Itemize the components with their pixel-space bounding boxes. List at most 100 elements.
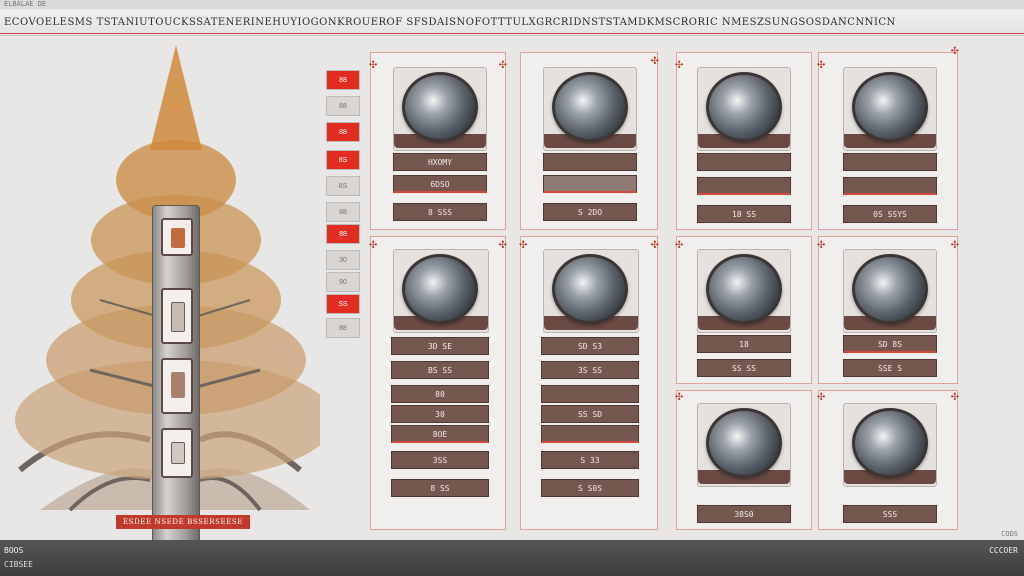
card-row: S 33 (541, 451, 639, 469)
card-row: 8 SSS (393, 203, 487, 221)
card[interactable]: ✣ ✣ SD 8S SSE S (817, 236, 959, 384)
orb-image (402, 254, 478, 324)
card-row: SSE S (843, 359, 937, 377)
side-index-item[interactable]: 8S (326, 150, 360, 170)
orb-frame (543, 67, 637, 151)
card-row: SSS (843, 505, 937, 523)
ornament-icon: ✣ (519, 240, 528, 251)
card-row: 30 (391, 405, 489, 423)
ornament-icon: ✣ (675, 60, 684, 71)
card-row: 6DSO (393, 175, 487, 193)
status-label: CODS (1001, 530, 1018, 538)
card[interactable]: ✣ ✣ 0S SSYS (817, 47, 959, 230)
side-index-item[interactable]: SS (326, 294, 360, 314)
ornament-icon: ✣ (817, 60, 826, 71)
ornament-icon: ✣ (675, 240, 684, 251)
card[interactable]: ✣ S 2DO (520, 52, 659, 230)
card-row: 3D SE (391, 337, 489, 355)
card-row (541, 425, 639, 443)
card-row: 3SS (391, 451, 489, 469)
tower-panel (161, 218, 193, 256)
orb-frame (543, 249, 639, 333)
orb-frame (697, 403, 791, 487)
side-index-item[interactable]: 88 (326, 96, 360, 116)
orb-frame (843, 403, 937, 487)
orb-image (852, 408, 928, 478)
card[interactable]: ✣ ✣ HXOMY 6DSO 8 SSS (369, 52, 507, 230)
card-row: 8OE (391, 425, 489, 443)
bottom-right-text: CCCOER (989, 546, 1018, 555)
side-index-item[interactable]: 88 (326, 122, 360, 142)
card-row: SD S3 (541, 337, 639, 355)
card-row (543, 153, 637, 171)
card-row: 0S SSYS (843, 205, 937, 223)
top-strip: ELBALAE DE (0, 0, 1024, 9)
tower-panel (161, 358, 193, 414)
card-row: 18 (697, 335, 791, 353)
bottom-left-subtext: CIBSEE (4, 560, 33, 569)
ornament-icon: ✣ (950, 240, 959, 251)
card-row: SS SD (541, 405, 639, 423)
orb-frame (697, 249, 791, 333)
orb-image (552, 254, 628, 324)
card-row: SS SS (697, 359, 791, 377)
side-index-item[interactable]: 88 (326, 224, 360, 244)
card-row: 18 SS (697, 205, 791, 223)
orb-image (706, 254, 782, 324)
card-row: SD 8S (843, 335, 937, 353)
side-index: 88 88 88 8S 8S 88 88 30 90 SS 88 (324, 64, 362, 364)
top-strip-text: ELBALAE DE (4, 0, 47, 8)
card-row: BS SS (391, 361, 489, 379)
side-index-item[interactable]: 88 (326, 318, 360, 338)
card-row (697, 177, 791, 195)
ornament-icon: ✣ (650, 56, 659, 67)
ornament-icon: ✣ (817, 240, 826, 251)
orb-frame (843, 249, 937, 333)
side-index-item[interactable]: 8S (326, 176, 360, 196)
bottom-bar: BOOS CIBSEE CCCOER (0, 540, 1024, 576)
card-row (843, 153, 937, 171)
tree-illustration (0, 40, 335, 545)
orb-frame (393, 249, 489, 333)
side-index-item[interactable]: 88 (326, 70, 360, 90)
orb-frame (393, 67, 487, 151)
card[interactable]: ✣ 38S0 (675, 390, 812, 530)
ornament-icon: ✣ (950, 46, 959, 57)
card-row: HXOMY (393, 153, 487, 171)
card[interactable]: ✣ ✣ SD S3 3S SS SS SD S 33 S S0S (519, 236, 659, 530)
orb-image (402, 72, 478, 142)
card-row (697, 153, 791, 171)
tower-panel (161, 288, 193, 344)
orb-image (706, 72, 782, 142)
ornament-icon: ✣ (369, 60, 378, 71)
card-row: 38S0 (697, 505, 791, 523)
card-row: 8 SS (391, 479, 489, 497)
orb-image (706, 408, 782, 478)
tree-caption: ESDEE NSEDE BSSERSEESE (116, 515, 250, 529)
ornament-icon: ✣ (675, 392, 684, 403)
card-row (541, 385, 639, 403)
side-index-item[interactable]: 30 (326, 250, 360, 270)
card[interactable]: ✣ ✣ SSS (817, 390, 959, 530)
ornament-icon: ✣ (950, 392, 959, 403)
card[interactable]: ✣ 18 SS (675, 52, 812, 230)
orb-frame (697, 67, 791, 151)
bottom-left-text: BOOS (4, 546, 24, 555)
side-index-item[interactable]: 90 (326, 272, 360, 292)
card-row: S S0S (541, 479, 639, 497)
orb-image (852, 72, 928, 142)
ornament-icon: ✣ (369, 240, 378, 251)
orb-image (852, 254, 928, 324)
side-index-item[interactable]: 88 (326, 202, 360, 222)
ornament-icon: ✣ (817, 392, 826, 403)
window-title: ECOVOELESMS TSTANIUTOUCKSSATENERINEHUYIO… (4, 17, 896, 28)
card-row (843, 177, 937, 195)
card-row: S 2DO (543, 203, 637, 221)
card-row: 3S SS (541, 361, 639, 379)
card-row: 80 (391, 385, 489, 403)
card-row (543, 175, 637, 193)
card[interactable]: ✣ 18 SS SS (675, 236, 812, 384)
tower-panel (161, 428, 193, 478)
card[interactable]: ✣ ✣ 3D SE BS SS 80 30 8OE 3SS 8 SS (369, 236, 507, 530)
ornament-icon: ✣ (498, 60, 507, 71)
